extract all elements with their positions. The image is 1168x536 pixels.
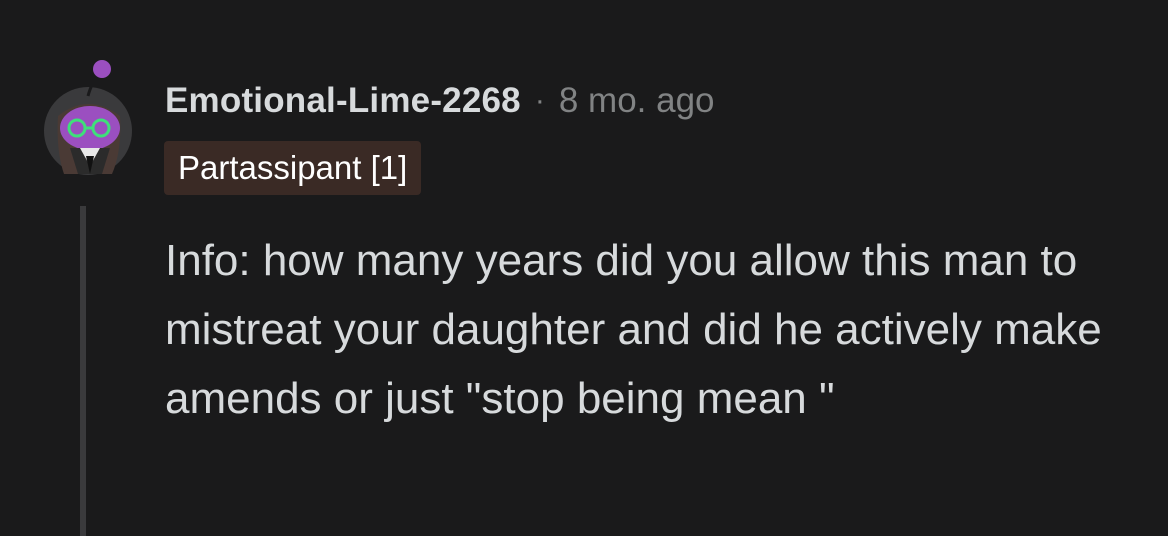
- user-flair: Partassipant [1]: [164, 141, 422, 195]
- meta-separator: ·: [534, 84, 545, 117]
- author-username[interactable]: Emotional-Lime-2268: [165, 81, 521, 121]
- comment-timestamp[interactable]: 8 mo. ago: [559, 81, 715, 121]
- thread-collapse-line[interactable]: [80, 206, 86, 536]
- comment-meta: Emotional-Lime-2268 · 8 mo. ago: [165, 78, 715, 124]
- user-avatar[interactable]: [40, 56, 136, 176]
- snoo-avatar-icon: [44, 60, 132, 175]
- comment: Emotional-Lime-2268 · 8 mo. ago Partassi…: [0, 0, 1168, 536]
- comment-body: Info: how many years did you allow this …: [165, 236, 1102, 423]
